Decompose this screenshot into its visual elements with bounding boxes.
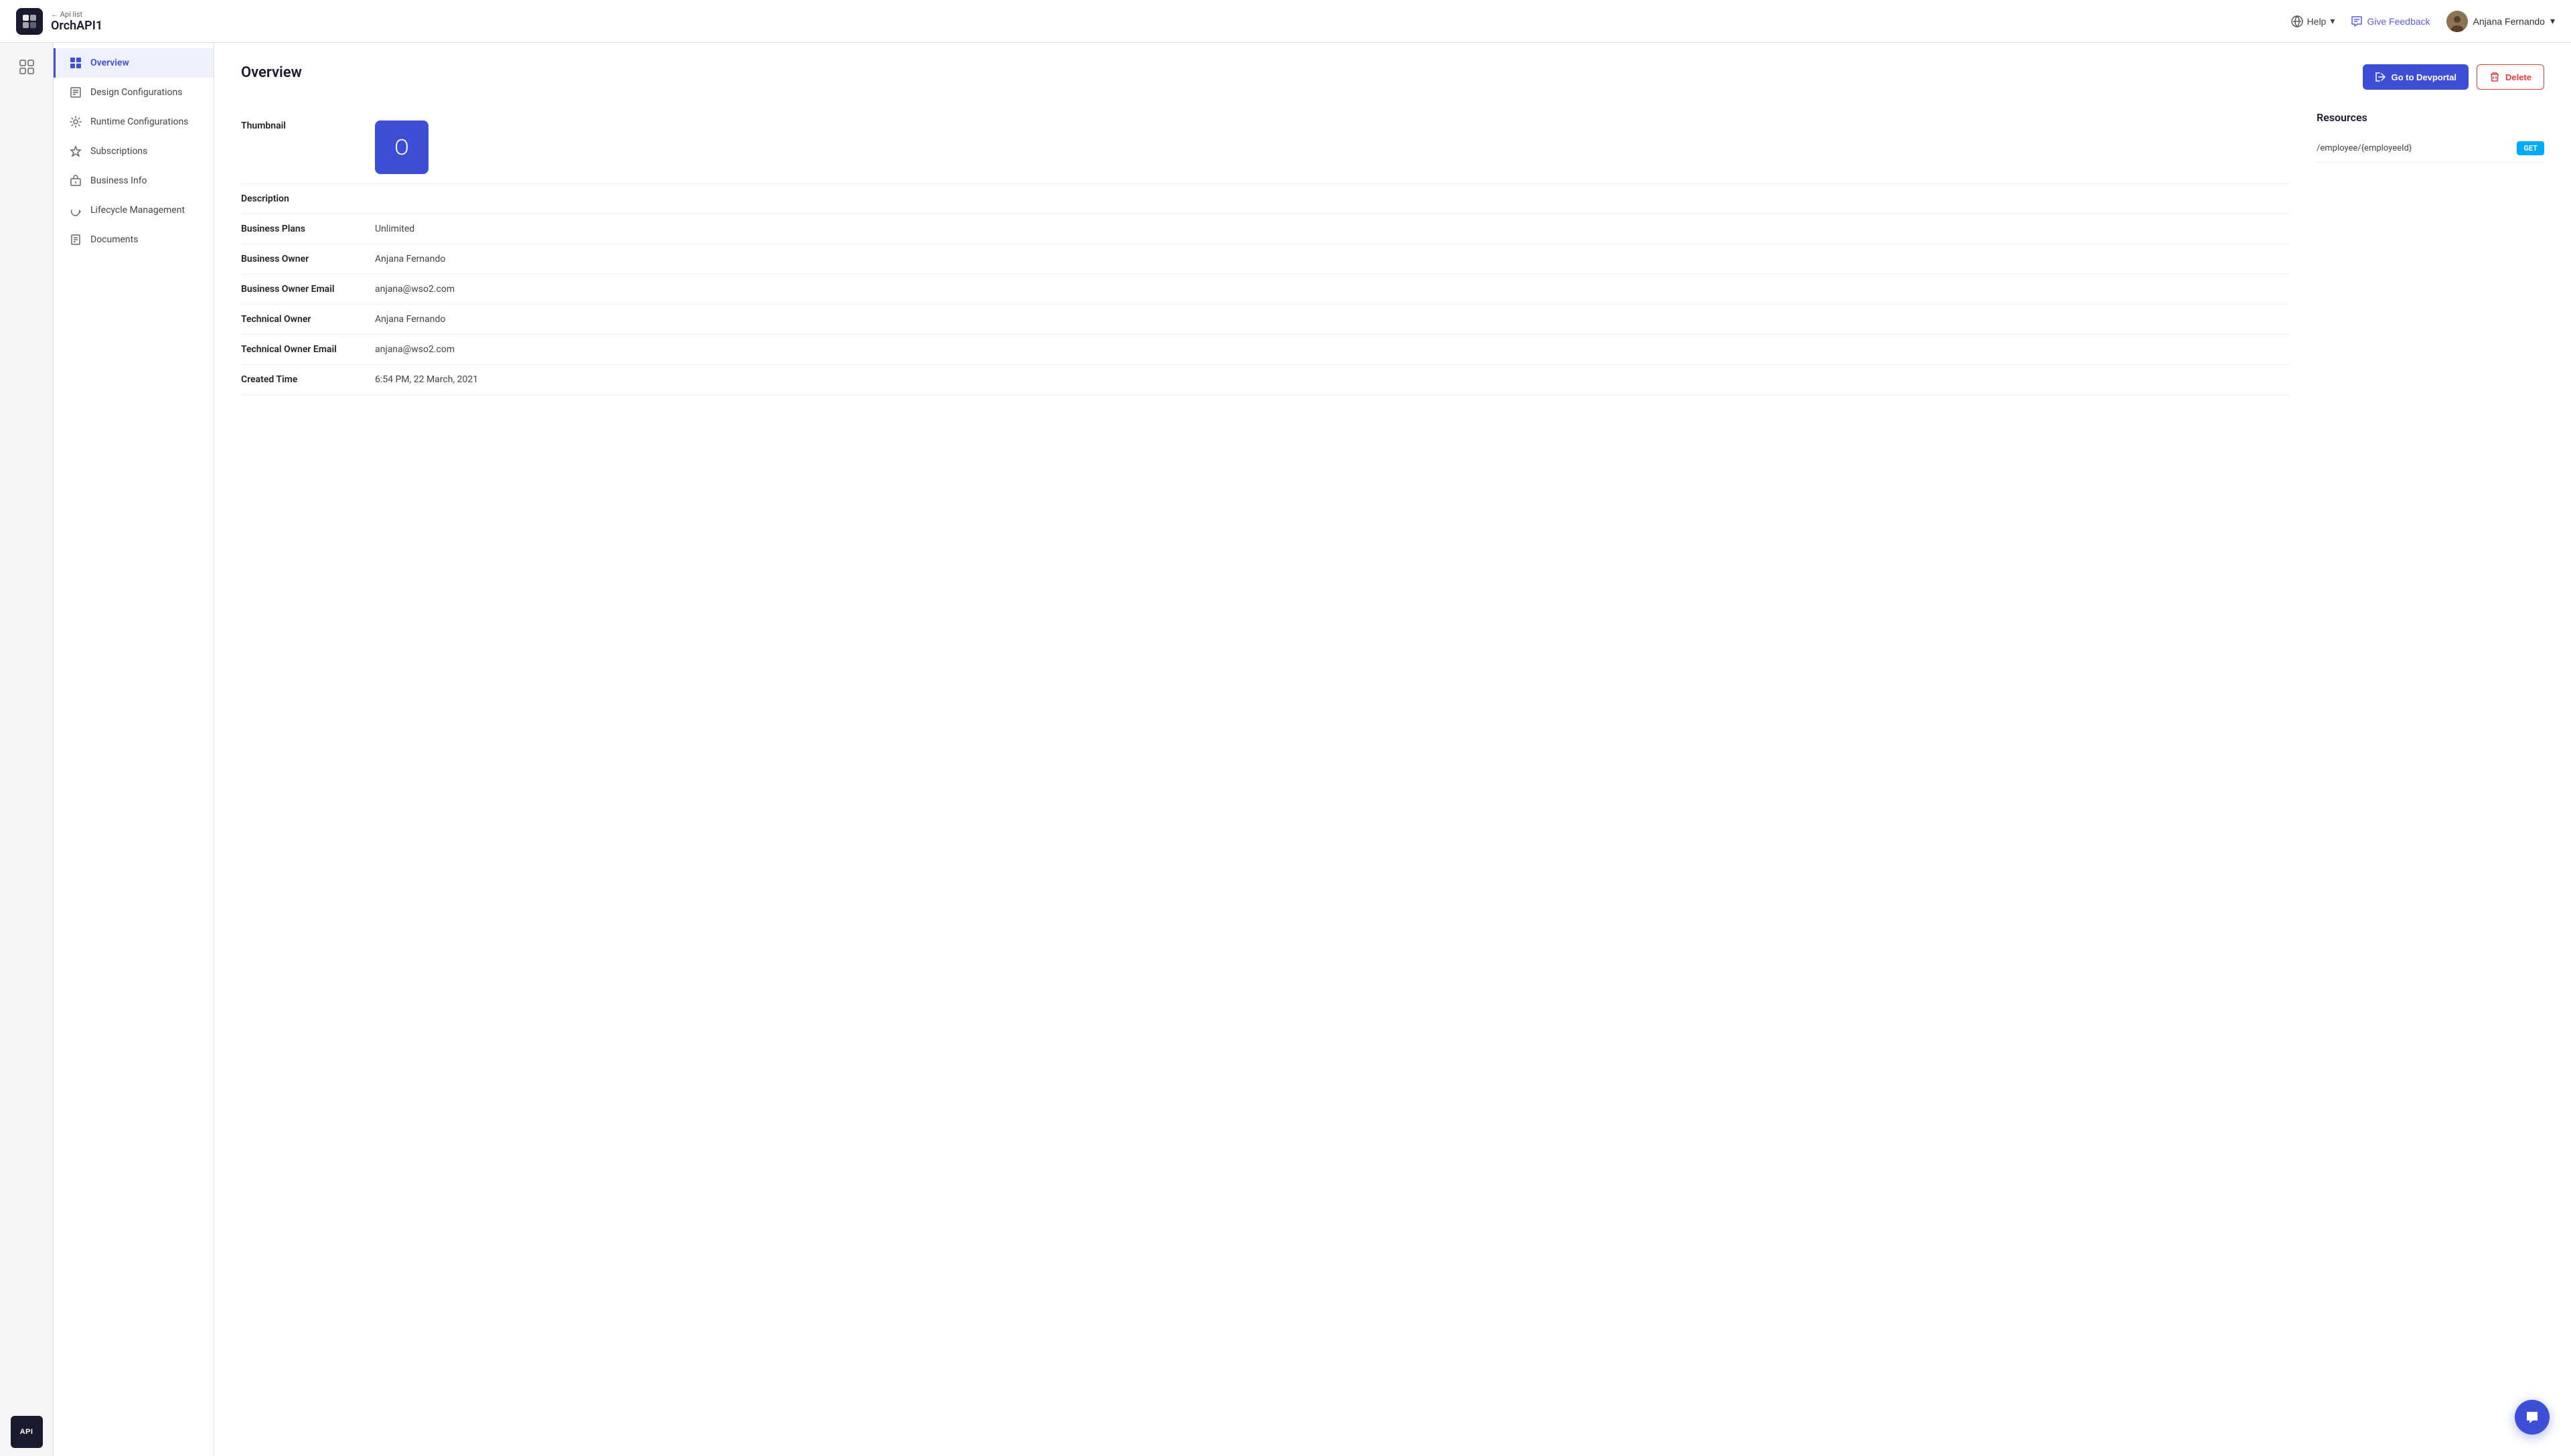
value-technical-owner-email: anjana@wso2.com — [375, 344, 455, 355]
main-layout: API Overview — [0, 43, 2571, 1456]
value-technical-owner: Anjana Fernando — [375, 314, 445, 325]
devportal-icon — [2375, 72, 2386, 82]
label-technical-owner-email: Technical Owner Email — [241, 344, 362, 355]
nav-label-design-configurations: Design Configurations — [90, 87, 182, 98]
feedback-button[interactable]: Give Feedback — [2351, 15, 2430, 27]
info-row-technical-owner: Technical Owner Anjana Fernando — [241, 305, 2290, 335]
delete-icon — [2489, 72, 2500, 82]
nav-label-documents: Documents — [90, 234, 138, 245]
info-row-business-owner: Business Owner Anjana Fernando — [241, 244, 2290, 274]
label-business-owner-email: Business Owner Email — [241, 284, 362, 295]
feedback-label: Give Feedback — [2367, 16, 2430, 27]
api-title: OrchAPI1 — [51, 19, 102, 33]
title-group: ← Api list OrchAPI1 — [51, 10, 102, 33]
help-label: Help — [2307, 16, 2327, 27]
subscriptions-icon — [69, 145, 82, 158]
user-name: Anjana Fernando — [2473, 16, 2545, 27]
resource-path: /employee/{employeeId} — [2317, 143, 2412, 153]
nav-item-lifecycle-management[interactable]: Lifecycle Management — [54, 195, 214, 225]
chat-icon — [2524, 1409, 2540, 1425]
api-badge-button[interactable]: API — [11, 1416, 43, 1448]
help-button[interactable]: Help ▾ — [2291, 15, 2335, 27]
go-to-devportal-button[interactable]: Go to Devportal — [2363, 64, 2469, 90]
help-chevron-icon: ▾ — [2330, 15, 2335, 27]
nav-item-runtime-configurations[interactable]: Runtime Configurations — [54, 107, 214, 137]
resources-panel: Resources /employee/{employeeId} GET — [2317, 111, 2544, 395]
help-icon — [2291, 15, 2303, 27]
api-list-link[interactable]: ← Api list — [51, 10, 102, 19]
avatar-image — [2446, 11, 2468, 32]
main-content: Overview Go to Devportal — [214, 43, 2571, 1456]
label-created-time: Created Time — [241, 374, 362, 385]
resources-title: Resources — [2317, 111, 2544, 124]
nav-label-subscriptions: Subscriptions — [90, 146, 147, 157]
value-business-plans: Unlimited — [375, 224, 414, 234]
delete-button[interactable]: Delete — [2477, 64, 2544, 90]
label-description: Description — [241, 193, 362, 204]
value-business-owner-email: anjana@wso2.com — [375, 284, 455, 295]
runtime-config-icon — [69, 115, 82, 129]
feedback-icon — [2351, 15, 2363, 27]
nav-label-overview: Overview — [90, 58, 129, 68]
label-thumbnail: Thumbnail — [241, 120, 362, 131]
logo-icon — [16, 8, 43, 35]
chat-fab-button[interactable] — [2515, 1400, 2550, 1435]
nav-item-subscriptions[interactable]: Subscriptions — [54, 137, 214, 166]
overview-icon — [69, 56, 82, 70]
user-menu-button[interactable]: Anjana Fernando ▾ — [2446, 11, 2555, 32]
nav-label-lifecycle-management: Lifecycle Management — [90, 205, 185, 216]
info-row-business-owner-email: Business Owner Email anjana@wso2.com — [241, 274, 2290, 305]
sidebar: API — [0, 43, 54, 1456]
delete-label: Delete — [2505, 72, 2531, 82]
lifecycle-icon — [69, 204, 82, 217]
thumbnail-box: O — [375, 120, 428, 174]
label-business-plans: Business Plans — [241, 224, 362, 234]
info-row-description: Description — [241, 184, 2290, 214]
nav-item-business-info[interactable]: Business Info — [54, 166, 214, 195]
nav-item-design-configurations[interactable]: Design Configurations — [54, 78, 214, 107]
method-badge-get: GET — [2517, 141, 2544, 155]
page-title: Overview — [241, 64, 302, 81]
sidebar-icon-grid[interactable] — [11, 51, 43, 83]
value-created-time: 6:54 PM, 22 March, 2021 — [375, 374, 478, 385]
nav-label-business-info: Business Info — [90, 175, 147, 186]
business-info-icon — [69, 174, 82, 187]
thumbnail-letter: O — [394, 135, 409, 160]
nav-panel: Overview Design Configurations — [54, 43, 214, 1456]
label-business-owner: Business Owner — [241, 254, 362, 264]
devportal-label: Go to Devportal — [2391, 72, 2457, 82]
content-header: Overview Go to Devportal — [241, 64, 2544, 90]
value-business-owner: Anjana Fernando — [375, 254, 445, 264]
info-row-created-time: Created Time 6:54 PM, 22 March, 2021 — [241, 365, 2290, 395]
user-chevron-icon: ▾ — [2550, 15, 2555, 27]
header-actions: Go to Devportal Delete — [2363, 64, 2544, 90]
logo-area: ← Api list OrchAPI1 — [16, 8, 102, 35]
overview-body: Thumbnail O Description Business Plans U… — [241, 111, 2544, 395]
label-technical-owner: Technical Owner — [241, 314, 362, 325]
info-row-business-plans: Business Plans Unlimited — [241, 214, 2290, 244]
topbar: ← Api list OrchAPI1 Help ▾ Give Feedback — [0, 0, 2571, 43]
nav-label-runtime-configurations: Runtime Configurations — [90, 116, 188, 127]
topbar-right: Help ▾ Give Feedback Anjana Fernando ▾ — [2291, 11, 2555, 32]
info-row-thumbnail: Thumbnail O — [241, 111, 2290, 184]
design-config-icon — [69, 86, 82, 99]
info-row-technical-owner-email: Technical Owner Email anjana@wso2.com — [241, 335, 2290, 365]
info-table: Thumbnail O Description Business Plans U… — [241, 111, 2290, 395]
avatar — [2446, 11, 2468, 32]
nav-item-documents[interactable]: Documents — [54, 225, 214, 254]
resource-item: /employee/{employeeId} GET — [2317, 135, 2544, 163]
nav-item-overview[interactable]: Overview — [54, 48, 214, 78]
documents-icon — [69, 233, 82, 246]
